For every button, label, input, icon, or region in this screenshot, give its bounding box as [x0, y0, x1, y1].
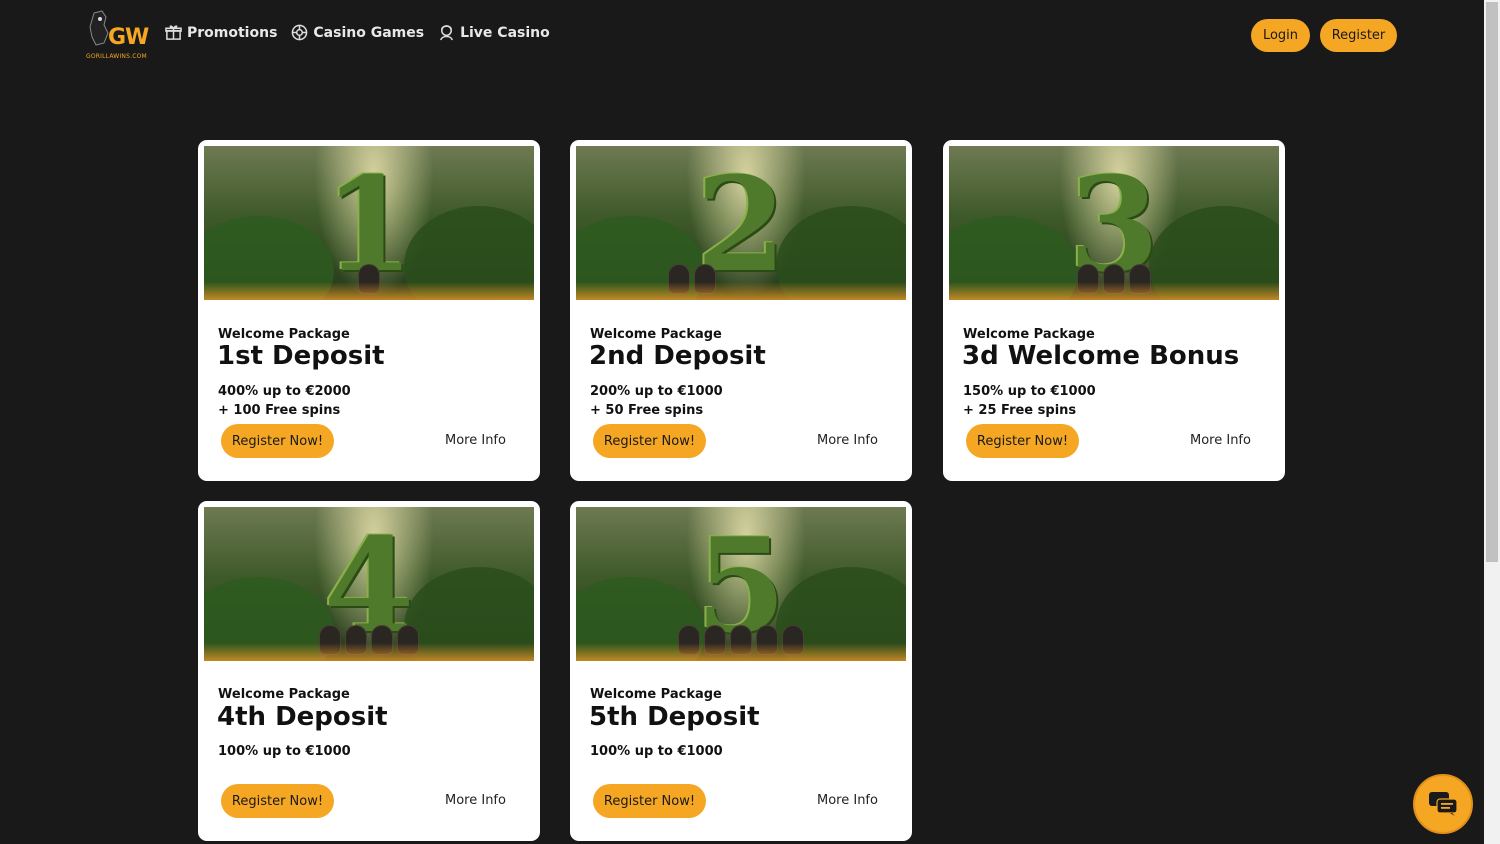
card-package-label: Welcome Package [590, 687, 722, 702]
card-title: 1st Deposit [217, 341, 385, 371]
card-title: 3d Welcome Bonus [962, 341, 1240, 371]
nav-casino-games[interactable]: Casino Games [291, 24, 424, 41]
card-bonus: 100% up to €1000 [218, 744, 351, 759]
site-header: GW GORILLAWINS.COM Promotions Casino Gam… [0, 0, 1484, 70]
site-logo[interactable]: GW GORILLAWINS.COM [86, 9, 149, 63]
nav-label: Promotions [187, 24, 278, 41]
nav-live-casino[interactable]: Live Casino [438, 24, 550, 41]
chat-bubbles-icon [1429, 792, 1458, 816]
more-info-link[interactable]: More Info [1190, 433, 1251, 448]
promo-card-1: 1 Welcome Package 1st Deposit 400% up to… [198, 140, 540, 481]
card-title: 2nd Deposit [589, 341, 766, 371]
card-bonus: 150% up to €1000 [963, 384, 1096, 399]
promo-image: 3 [949, 146, 1279, 300]
scrollbar-thumb[interactable] [1486, 2, 1498, 562]
promo-card-5: 5 Welcome Package 5th Deposit 100% up to… [570, 501, 912, 841]
chip-icon [292, 24, 308, 41]
card-bonus: 100% up to €1000 [590, 744, 723, 759]
nav-label: Casino Games [313, 24, 425, 41]
card-package-label: Welcome Package [963, 327, 1095, 342]
register-now-button[interactable]: Register Now! [593, 784, 706, 818]
card-package-label: Welcome Package [590, 327, 722, 342]
promo-card-4: 4 Welcome Package 4th Deposit 100% up to… [198, 501, 540, 841]
promo-card-2: 2 Welcome Package 2nd Deposit 200% up to… [570, 140, 912, 481]
card-title: 5th Deposit [589, 702, 760, 732]
main-nav: Promotions Casino Games Live Casino [165, 24, 550, 41]
more-info-link[interactable]: More Info [817, 793, 878, 808]
card-package-label: Welcome Package [218, 327, 350, 342]
nav-promotions[interactable]: Promotions [165, 24, 277, 41]
logo-subtext: GORILLAWINS.COM [86, 53, 147, 60]
register-button[interactable]: Register [1320, 19, 1397, 52]
card-title: 4th Deposit [217, 702, 388, 732]
register-now-button[interactable]: Register Now! [221, 424, 334, 458]
register-now-button[interactable]: Register Now! [221, 784, 334, 818]
promo-image: 5 [576, 507, 906, 661]
nav-label: Live Casino [460, 24, 550, 41]
more-info-link[interactable]: More Info [817, 433, 878, 448]
card-bonus: 400% up to €2000 [218, 384, 351, 399]
promo-image: 1 [204, 146, 534, 300]
promo-image: 2 [576, 146, 906, 300]
promo-card-3: 3 Welcome Package 3d Welcome Bonus 150% … [943, 140, 1285, 481]
card-bonus: 200% up to €1000 [590, 384, 723, 399]
more-info-link[interactable]: More Info [445, 793, 506, 808]
logo-letters: GW [108, 25, 149, 50]
login-button[interactable]: Login [1251, 19, 1310, 52]
card-spins: + 50 Free spins [590, 403, 704, 418]
promo-image: 4 [204, 507, 534, 661]
dealer-icon [440, 25, 453, 41]
card-package-label: Welcome Package [218, 687, 350, 702]
card-spins: + 25 Free spins [963, 403, 1077, 418]
register-now-button[interactable]: Register Now! [593, 424, 706, 458]
register-now-button[interactable]: Register Now! [966, 424, 1079, 458]
gift-icon [165, 25, 182, 40]
card-spins: + 100 Free spins [218, 403, 341, 418]
live-chat-button[interactable] [1413, 774, 1473, 834]
more-info-link[interactable]: More Info [445, 433, 506, 448]
